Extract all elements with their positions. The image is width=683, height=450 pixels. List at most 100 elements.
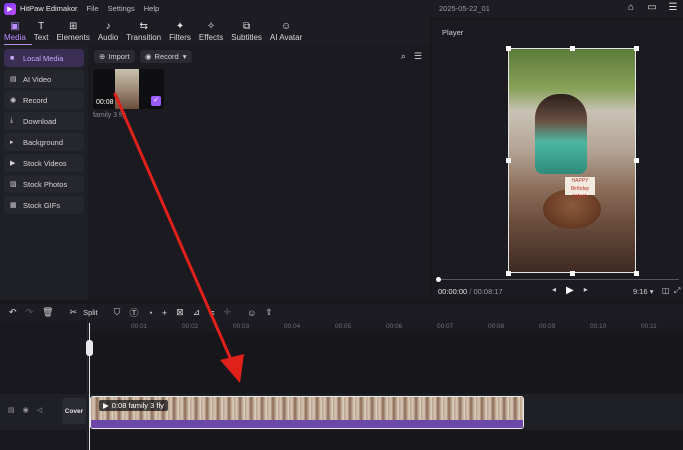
speed-icon[interactable]: ◔ (147, 308, 152, 318)
resize-handle-bl[interactable] (506, 271, 511, 276)
undo-icon[interactable]: ↶ (9, 307, 17, 318)
redo-icon[interactable]: ↷ (26, 307, 34, 318)
snapshot-icon[interactable]: ◫ (662, 286, 670, 295)
menu-help[interactable]: Help (144, 4, 159, 13)
playhead-handle[interactable] (86, 340, 93, 356)
transition-icon: ⇆ (139, 21, 148, 32)
split-button[interactable]: Split (83, 308, 98, 317)
time-display: 00:00:00 / 00:08:17 (438, 287, 503, 296)
avatar-tool-icon[interactable]: ☺ (247, 308, 256, 318)
sort-icon[interactable]: ☰ (414, 51, 422, 62)
checkmark-icon[interactable]: ✓ (151, 96, 161, 106)
player-title: Player (442, 28, 464, 37)
clip-label-text: 0:08 family 3 fly (111, 401, 164, 410)
next-frame-icon[interactable]: ▸ (584, 285, 588, 296)
cover-button[interactable]: Cover (62, 398, 86, 424)
timeline-area[interactable] (88, 333, 683, 450)
tab-text-label: Text (33, 33, 49, 42)
delete-icon[interactable]: 🗑 (42, 307, 53, 318)
ruler-label: 00:11 (641, 323, 657, 330)
export-icon[interactable]: ⇪ (265, 307, 273, 318)
photo-icon: ▨ (10, 181, 17, 188)
total-time: 00:08:17 (473, 287, 503, 296)
tab-filters[interactable]: ✦ Filters (165, 17, 195, 45)
shield-icon[interactable]: ⛉ (114, 307, 121, 318)
record-label: Record (154, 52, 179, 61)
video-topper-text: HAPPY Birthday MAHA (565, 177, 595, 200)
aspect-ratio-dropdown[interactable]: 9:16 ▾ (633, 287, 653, 296)
tab-subtitles[interactable]: ⧉ Subtitles (227, 17, 266, 45)
split-icon[interactable]: ✂ (70, 307, 78, 318)
resize-handle-tl[interactable] (506, 46, 511, 51)
chevron-down-icon: ▾ (649, 287, 654, 296)
sidebar-item-label: Stock GIFs (23, 200, 61, 210)
sidebar-item-label: Download (23, 116, 57, 126)
menu-file[interactable]: File (87, 4, 99, 13)
tab-transition[interactable]: ⇆ Transition (122, 17, 165, 45)
sidebar-item-stock-videos[interactable]: ▶ Stock Videos (4, 154, 84, 172)
thumbnail-image (115, 69, 139, 109)
folder-icon: ■ (10, 54, 15, 62)
gift-icon[interactable]: ⌂ (625, 2, 637, 14)
text-tool-icon[interactable]: Ⓣ (129, 306, 138, 319)
track-lock-icon[interactable]: ▤ (8, 406, 15, 414)
align-icon[interactable]: ≡ (209, 308, 214, 318)
tab-ai-avatar[interactable]: ☺ AI Avatar (266, 17, 306, 45)
resize-handle-l[interactable] (506, 158, 511, 163)
sidebar-item-record[interactable]: ◉ Record (4, 91, 84, 109)
sidebar-item-label: Record (23, 95, 48, 105)
chevron-down-icon: ▾ (182, 52, 187, 61)
menu-icon[interactable]: ☰ (667, 2, 679, 14)
timeline-ruler[interactable]: 00:01 00:02 00:03 00:04 00:05 00:06 00:0… (88, 321, 683, 333)
resize-handle-b[interactable] (570, 271, 575, 276)
track-audio-icon[interactable]: ◁ (37, 406, 42, 414)
menu-settings[interactable]: Settings (108, 4, 135, 13)
previous-frame-icon[interactable]: ◂ (552, 285, 556, 296)
ruler-label: 00:10 (590, 323, 607, 330)
sidebar-item-local-media[interactable]: ■ Local Media (4, 49, 84, 67)
resize-handle-r[interactable] (634, 158, 639, 163)
sidebar-item-stock-gifs[interactable]: ▦ Stock GIFs (4, 196, 84, 214)
add-icon[interactable]: + (162, 308, 167, 318)
time-separator: / (469, 287, 472, 296)
target-icon[interactable]: ✛ (224, 307, 232, 318)
record-dropdown[interactable]: ◉ Record ▾ (140, 50, 192, 63)
crop-icon[interactable]: ⊠ (176, 307, 184, 318)
resize-handle-t[interactable] (570, 46, 575, 51)
ruler-label: 00:08 (488, 323, 505, 330)
sidebar-item-background[interactable]: ▸ Background (4, 133, 84, 151)
tab-elements[interactable]: ⊞ Elements (52, 17, 93, 45)
seek-handle[interactable] (436, 277, 441, 282)
seek-bar[interactable] (437, 279, 679, 280)
track-visibility-icon[interactable]: ◉ (23, 406, 29, 414)
media-thumbnail[interactable]: 00:08 ✓ (93, 69, 164, 109)
video-preview[interactable]: HAPPY Birthday MAHA (508, 48, 636, 273)
play-icon[interactable]: ▶ (566, 285, 574, 296)
tab-effects[interactable]: ✧ Effects (195, 17, 227, 45)
sidebar-item-download[interactable]: ⤓ Download (4, 112, 84, 130)
tab-media[interactable]: ▣ Media (0, 17, 30, 45)
search-icon[interactable]: ⌕ (401, 51, 406, 62)
tab-ai-avatar-label: AI Avatar (269, 33, 303, 42)
ruler-label: 00:01 (131, 323, 148, 330)
video-icon: ▶ (10, 160, 16, 167)
elements-icon: ⊞ (68, 21, 78, 32)
ai-video-icon: ▤ (10, 76, 17, 83)
clip-label: ▶ 0:08 family 3 fly (99, 400, 168, 411)
app-name: HitPaw Edimakor (20, 4, 78, 13)
tab-audio[interactable]: ♪ Audio (94, 17, 122, 45)
subtitles-icon: ⧉ (242, 21, 251, 32)
timeline-clip[interactable]: ▶ 0:08 family 3 fly (90, 396, 524, 429)
sidebar-item-stock-photos[interactable]: ▨ Stock Photos (4, 175, 84, 193)
resize-handle-tr[interactable] (634, 46, 639, 51)
sidebar-item-label: Local Media (23, 53, 64, 63)
sidebar-item-ai-video[interactable]: ▤ AI Video (4, 70, 84, 88)
mirror-icon[interactable]: ⊿ (193, 307, 201, 318)
media-icon: ▣ (10, 21, 20, 32)
import-button[interactable]: ⊕ Import (94, 50, 135, 63)
fullscreen-icon[interactable]: ⤢ (674, 286, 680, 296)
feedback-icon[interactable]: ▭ (646, 2, 658, 14)
effects-icon: ✧ (206, 21, 216, 32)
tab-text[interactable]: T Text (30, 17, 53, 45)
resize-handle-br[interactable] (634, 271, 639, 276)
